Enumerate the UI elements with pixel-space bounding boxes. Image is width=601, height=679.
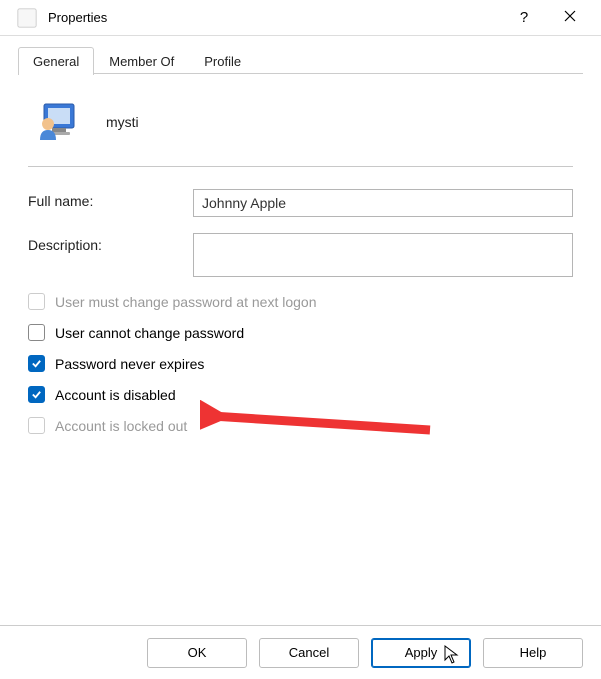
- window-title: Properties: [48, 10, 107, 25]
- check-label: Account is disabled: [55, 387, 176, 403]
- tab-member-of[interactable]: Member Of: [94, 47, 189, 75]
- help-icon: ?: [520, 9, 528, 26]
- full-name-label: Full name:: [28, 189, 193, 209]
- ok-button[interactable]: OK: [147, 638, 247, 668]
- check-label: User cannot change password: [55, 325, 244, 341]
- full-name-row: Full name:: [28, 189, 573, 217]
- general-pane: mysti Full name: Description: User must …: [0, 74, 601, 434]
- check-label: User must change password at next logon: [55, 294, 316, 310]
- description-input[interactable]: [193, 233, 573, 277]
- check-password-never-expires[interactable]: Password never expires: [28, 355, 573, 372]
- description-row: Description:: [28, 233, 573, 277]
- tab-profile[interactable]: Profile: [189, 47, 256, 75]
- user-icon: [34, 98, 82, 146]
- checkbox-icon: [28, 293, 45, 310]
- full-name-input[interactable]: [193, 189, 573, 217]
- apply-button[interactable]: Apply: [371, 638, 471, 668]
- username-label: mysti: [106, 114, 139, 130]
- checkbox-icon: [28, 355, 45, 372]
- help-button[interactable]: ?: [501, 2, 547, 34]
- cursor-icon: [444, 645, 460, 665]
- close-icon: [564, 9, 576, 26]
- button-bar: OK Cancel Apply Help: [0, 625, 601, 679]
- check-account-locked: Account is locked out: [28, 417, 573, 434]
- description-label: Description:: [28, 233, 193, 253]
- check-label: Account is locked out: [55, 418, 187, 434]
- check-cannot-change-password[interactable]: User cannot change password: [28, 324, 573, 341]
- divider: [28, 166, 573, 167]
- tab-strip: General Member Of Profile: [0, 40, 601, 74]
- close-button[interactable]: [547, 2, 593, 34]
- check-account-disabled[interactable]: Account is disabled: [28, 386, 573, 403]
- checkbox-group: User must change password at next logon …: [28, 293, 573, 434]
- tab-general[interactable]: General: [18, 47, 94, 75]
- check-must-change-password: User must change password at next logon: [28, 293, 573, 310]
- checkbox-icon: [28, 417, 45, 434]
- cancel-button[interactable]: Cancel: [259, 638, 359, 668]
- title-bar: Properties ?: [0, 0, 601, 36]
- checkbox-icon: [28, 324, 45, 341]
- checkbox-icon: [28, 386, 45, 403]
- help-button-footer[interactable]: Help: [483, 638, 583, 668]
- check-label: Password never expires: [55, 356, 204, 372]
- user-header: mysti: [34, 98, 573, 146]
- app-icon: [16, 7, 38, 29]
